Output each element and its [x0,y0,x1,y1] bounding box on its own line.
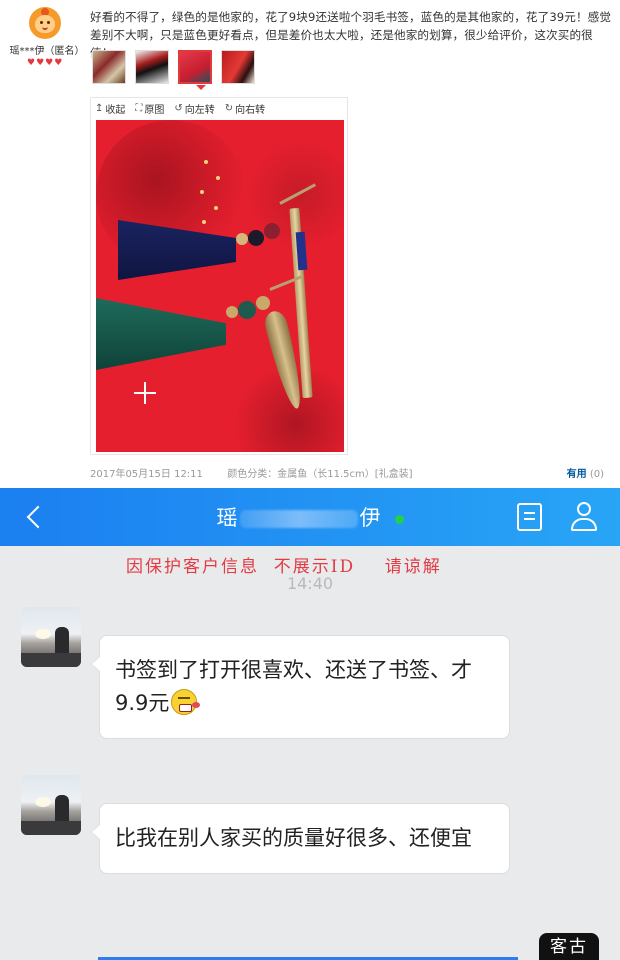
review-thumbnail[interactable] [135,50,169,84]
useful-label: 有用 [566,469,587,480]
online-status-icon [394,514,404,524]
reviewer-name: 瑶***伊（匿名） [9,46,85,57]
reviewer-level-icon: ♥ ♥ ♥ ♥ [27,58,63,68]
sparkle-icon [134,382,156,404]
rotate-left-icon: ↺ [174,103,183,114]
collapse-button[interactable]: ↥ 收起 [95,101,125,116]
redacted-name [239,510,358,528]
selected-caret-icon [196,85,206,90]
watermark-stamp: 客古 [539,933,599,960]
review-date: 2017年05月15日 12:11 [90,469,203,480]
review-photo[interactable] [96,120,344,452]
rotate-right-icon: ↻ [224,103,234,114]
chat-header: 瑶伊 [0,488,620,546]
tassel-green [96,298,226,370]
customer-avatar[interactable] [21,775,81,835]
profile-icon[interactable] [570,502,598,532]
review-thumbnail[interactable] [92,50,126,84]
viewer-toolbar: ↥ 收起 ⛶ 原图 ↺ 向左转 ↻ 向右转 [95,101,265,116]
document-icon[interactable] [517,503,542,531]
image-viewer: ↥ 收起 ⛶ 原图 ↺ 向左转 ↻ 向右转 [90,97,348,455]
review-variant: 颜色分类：金属鱼（长11.5cm）[礼盒装] [227,469,413,480]
rotate-left-button[interactable]: ↺ 向左转 [174,101,214,116]
reviewer-avatar [29,7,61,39]
review-thumbnail[interactable] [221,50,255,84]
original-image-button[interactable]: ⛶ 原图 [135,101,164,116]
useful-button[interactable]: 有用 (0) [567,465,604,480]
review-meta: 2017年05月15日 12:11 颜色分类：金属鱼（长11.5cm）[礼盒装] [90,465,413,480]
useful-count: (0) [589,469,604,480]
chat-screen: 瑶伊 因保护客户信息 不展示ID 请谅解 14:40 书签到了打开很喜欢、还送了… [0,488,620,960]
message-timestamp: 14:40 [286,574,334,593]
customer-avatar[interactable] [21,607,81,667]
message-bubble: 比我在别人家买的质量好很多、还便宜 [91,803,510,874]
fullsize-icon: ⛶ [135,103,143,114]
message-bubble: 书签到了打开很喜欢、还送了书签、才9.9元 [91,635,510,739]
review-card: 瑶***伊（匿名） ♥ ♥ ♥ ♥ 好看的不得了，绿色的是他家的，花了9块9还送啦个羽… [0,0,620,488]
collapse-icon: ↥ [95,103,104,114]
rotate-right-button[interactable]: ↻ 向右转 [225,101,265,116]
review-thumbnail-selected[interactable] [178,50,212,84]
smiley-emoji [171,689,201,715]
review-thumbnails [92,50,255,84]
